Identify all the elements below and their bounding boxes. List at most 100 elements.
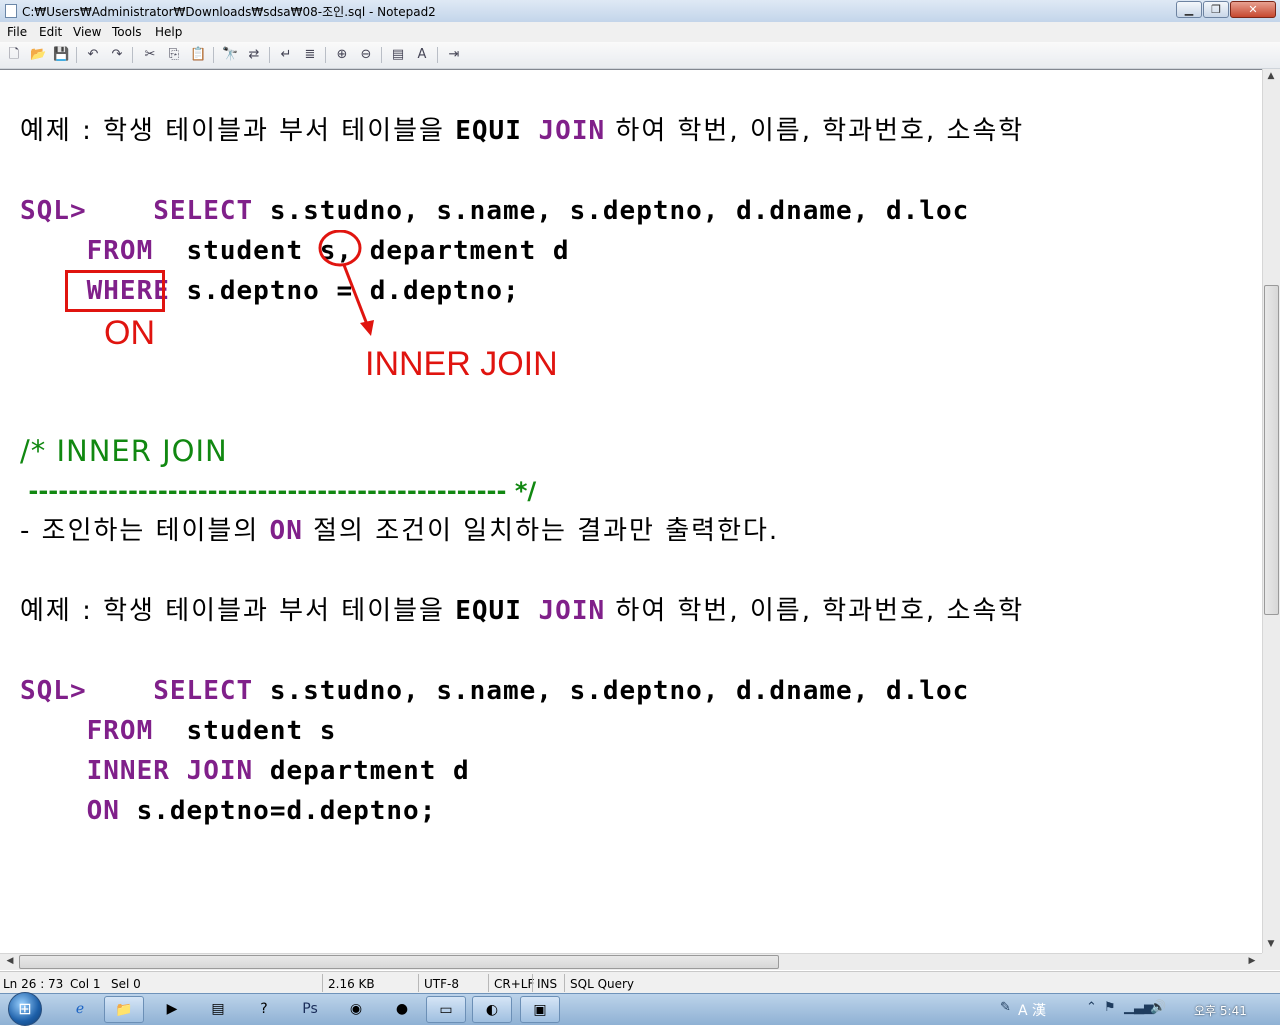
code-line-description: - 조인하는 테이블의 ON 절의 조건이 일치하는 결과만 출력한다. [20, 516, 780, 546]
status-sel: Sel 0 [111, 977, 141, 991]
code-line-inner-join: INNER JOIN department d [86, 756, 470, 786]
minimize-button[interactable]: ▁ [1176, 1, 1202, 18]
status-position: Ln 26 : 73 [3, 977, 64, 991]
scroll-left-icon[interactable]: ◀ [2, 956, 18, 966]
status-encoding[interactable]: UTF-8 [424, 977, 459, 991]
wordwrap-icon[interactable]: ↵ [278, 47, 294, 63]
font-icon[interactable]: A [414, 47, 430, 63]
status-mode[interactable]: INS [537, 977, 557, 991]
horizontal-scrollbar[interactable]: ◀ ▶ [0, 953, 1262, 970]
ime-icon[interactable]: ✎ [1000, 1000, 1011, 1015]
status-col: Col 1 [70, 977, 101, 991]
copy-icon[interactable]: ⎘ [166, 47, 182, 63]
find-icon[interactable]: 🔭 [222, 47, 238, 63]
scroll-right-icon[interactable]: ▶ [1244, 956, 1260, 966]
annotation-arrow [318, 230, 374, 336]
status-size: 2.16 KB [328, 977, 375, 991]
code-line-from2: FROM student s [86, 716, 337, 746]
vertical-scrollbar[interactable]: ▲ ▼ [1262, 69, 1280, 953]
minimize-icon: ▁ [1184, 3, 1194, 16]
annotation-inner-join: INNER JOIN [365, 345, 558, 383]
notepad2-taskbar-icon[interactable]: ◐ [472, 996, 512, 1023]
toolbar-separator [437, 47, 438, 63]
close-icon: ✕ [1248, 3, 1258, 16]
chrome-taskbar-icon[interactable]: ◉ [336, 996, 376, 1023]
status-separator [322, 974, 323, 992]
ime-mode[interactable]: A 漢 [1018, 1000, 1046, 1020]
zoom-out-icon[interactable]: ⊖ [358, 47, 374, 63]
toolbar-separator [325, 47, 326, 63]
scrollbar-corner [1262, 953, 1280, 970]
scheme-icon[interactable]: ▤ [390, 47, 406, 63]
cmd-taskbar-icon[interactable]: ▭ [426, 996, 466, 1023]
status-scheme[interactable]: SQL Query [570, 977, 634, 991]
exit-icon[interactable]: ⇥ [446, 47, 462, 63]
help-taskbar-icon[interactable]: ? [244, 996, 284, 1023]
notepad-taskbar-icon[interactable]: ▤ [198, 996, 238, 1023]
photoshop-taskbar-icon[interactable]: Ps [290, 996, 330, 1023]
close-button[interactable]: ✕ [1230, 1, 1276, 18]
toolbar-separator [76, 47, 77, 63]
line-numbers-icon[interactable]: ≣ [302, 47, 318, 63]
horizontal-scroll-thumb[interactable] [19, 955, 779, 969]
vertical-scroll-thumb[interactable] [1264, 285, 1279, 615]
toolbar: 🗋 📂 💾 ↶ ↷ ✂ ⎘ 📋 🔭 ⇄ ↵ ≣ ⊕ ⊖ ▤ A ⇥ [0, 42, 1280, 69]
app-taskbar-icon[interactable]: ● [382, 996, 422, 1023]
cut-icon[interactable]: ✂ [142, 47, 158, 63]
ie-taskbar-icon[interactable]: ℯ [60, 996, 100, 1023]
code-line-on: ON s.deptno=d.deptno; [86, 796, 437, 826]
start-button[interactable]: ⊞ [8, 992, 42, 1026]
scroll-up-icon[interactable]: ▲ [1263, 71, 1279, 81]
window-title: C:₩Users₩Administrator₩Downloads₩sdsa₩08… [22, 5, 436, 19]
toolbar-separator [132, 47, 133, 63]
redo-icon[interactable]: ↷ [109, 47, 125, 63]
paste-icon[interactable]: 📋 [190, 47, 206, 63]
where-highlight-box [65, 270, 165, 312]
code-line-example2: 예제 : 학생 테이블과 부서 테이블을 EQUI JOIN 하여 학번, 이름… [20, 596, 1025, 626]
volume-icon[interactable]: 🔊 [1150, 1000, 1166, 1015]
code-line-select2: SQL> SELECT s.studno, s.name, s.deptno, … [20, 676, 970, 706]
notepad2-app-icon[interactable] [5, 4, 17, 18]
code-line-example1: 예제 : 학생 테이블과 부서 테이블을 EQUI JOIN 하여 학번, 이름… [20, 116, 1025, 146]
replace-icon[interactable]: ⇄ [246, 47, 262, 63]
menu-file[interactable]: File [7, 25, 27, 39]
show-hidden-icons-icon[interactable]: ⌃ [1086, 1000, 1097, 1015]
comment-rule: ----------------------------------------… [20, 477, 537, 505]
explorer-taskbar-icon[interactable]: 📁 [104, 996, 144, 1023]
zoom-in-icon[interactable]: ⊕ [334, 47, 350, 63]
status-separator [418, 974, 419, 992]
save-icon[interactable]: 💾 [53, 47, 69, 63]
clock[interactable]: 오후 5:41 [1194, 1002, 1247, 1019]
toolbar-separator [381, 47, 382, 63]
status-separator [488, 974, 489, 992]
annotation-on: ON [104, 314, 155, 352]
status-eol[interactable]: CR+LF [494, 977, 534, 991]
restore-icon: ❐ [1211, 3, 1221, 16]
window-taskbar-icon[interactable]: ▣ [520, 996, 560, 1023]
menu-bar: File Edit View Tools Help [0, 22, 1280, 42]
windows-logo-icon: ⊞ [18, 999, 32, 1018]
editor-area[interactable]: 예제 : 학생 테이블과 부서 테이블을 EQUI JOIN 하여 학번, 이름… [0, 69, 1262, 954]
restore-button[interactable]: ❐ [1203, 1, 1229, 18]
status-separator [564, 974, 565, 992]
open-file-icon[interactable]: 📂 [30, 47, 46, 63]
code-line-select1: SQL> SELECT s.studno, s.name, s.deptno, … [20, 196, 970, 226]
comment-title: /* INNER JOIN [20, 434, 228, 468]
code-line-from1: FROM student s, department d [86, 236, 570, 266]
title-bar: C:₩Users₩Administrator₩Downloads₩sdsa₩08… [0, 0, 1280, 23]
toolbar-separator [213, 47, 214, 63]
system-tray: ✎ A 漢 ⌃ ⚑ ▁▃▅ 🔊 오후 5:41 [998, 998, 1280, 1022]
status-separator [532, 974, 533, 992]
action-center-icon[interactable]: ⚑ [1104, 1000, 1116, 1015]
scroll-down-icon[interactable]: ▼ [1263, 939, 1279, 949]
toolbar-separator [269, 47, 270, 63]
menu-edit[interactable]: Edit [39, 25, 62, 39]
taskbar: ⊞ ℯ 📁 ▶ ▤ ? Ps ◉ ● ▭ ◐ ▣ ✎ A 漢 ⌃ ⚑ ▁▃▅ 🔊… [0, 992, 1280, 1026]
media-player-taskbar-icon[interactable]: ▶ [152, 996, 192, 1023]
undo-icon[interactable]: ↶ [85, 47, 101, 63]
new-file-icon[interactable]: 🗋 [6, 47, 22, 63]
menu-view[interactable]: View [73, 25, 101, 39]
status-bar: Ln 26 : 73 Col 1 Sel 0 2.16 KB UTF-8 CR+… [0, 971, 1280, 994]
menu-tools[interactable]: Tools [112, 25, 142, 39]
menu-help[interactable]: Help [155, 25, 182, 39]
